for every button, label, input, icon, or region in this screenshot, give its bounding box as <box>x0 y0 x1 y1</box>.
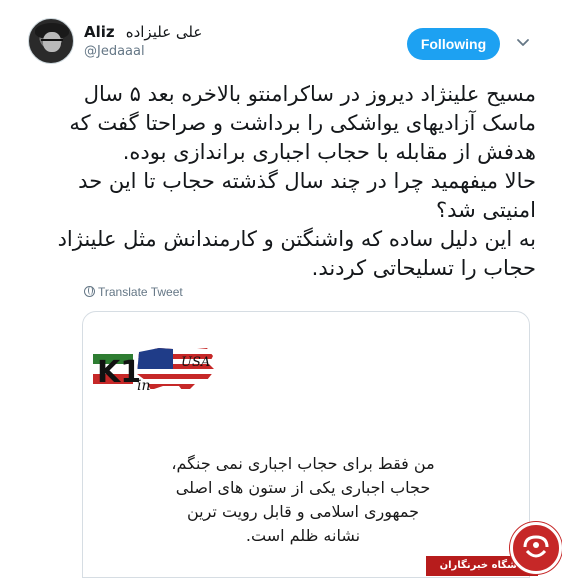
translate-label[interactable]: Translate Tweet <box>98 285 183 299</box>
quote-line: جمهوری اسلامی و قابل رویت ترین <box>186 502 420 521</box>
tweet-line: مسیح علینژاد دیروز در ساکرامنتو بالاخره … <box>83 82 536 106</box>
watermark: باشگاه خبرنگاران <box>426 522 562 578</box>
logo-usa: USA <box>181 355 210 370</box>
logo-in: in <box>137 378 151 394</box>
following-button[interactable]: Following <box>407 28 500 60</box>
quote-line: حجاب اجباری یکی از ستون های اصلی <box>175 478 431 497</box>
tweet-text: مسیح علینژاد دیروز در ساکرامنتو بالاخره … <box>24 80 536 283</box>
tweet-line: حجاب را تسلیحاتی کردند. <box>311 256 536 280</box>
tweet-line: حالا میفهمید چرا در چند سال گذشته حجاب ت… <box>78 169 536 193</box>
tweet-line: امنیتی شد؟ <box>435 198 536 222</box>
tweet-header: Aliz علی علیزاده @Jedaaal Following <box>0 0 562 72</box>
display-name[interactable]: Aliz <box>84 23 115 41</box>
globe-icon <box>84 286 95 297</box>
logo-k1: K1 <box>97 355 141 390</box>
tweet-line: ماسک آزادیهای یواشکی را برداشت و صراحتا … <box>69 111 536 135</box>
tweet-line: هدفش از مقابله با حجاب اجباری براندازی ب… <box>122 140 536 164</box>
display-name-fa[interactable]: علی علیزاده <box>126 23 203 41</box>
author-name[interactable]: Aliz علی علیزاده <box>84 22 202 41</box>
user-handle[interactable]: @Jedaaal <box>84 44 145 59</box>
avatar[interactable] <box>28 18 74 64</box>
tweet-line: به این دلیل ساده که واشنگتن و کارمندانش … <box>57 227 536 251</box>
k1-in-usa-logo: K1 in USA <box>93 348 215 394</box>
translate-tweet-link[interactable]: Translate Tweet <box>84 285 183 299</box>
chevron-down-icon[interactable] <box>516 36 530 50</box>
watermark-logo-icon <box>510 522 562 574</box>
quote-line: من فقط برای حجاب اجباری نمی جنگم، <box>171 454 435 473</box>
